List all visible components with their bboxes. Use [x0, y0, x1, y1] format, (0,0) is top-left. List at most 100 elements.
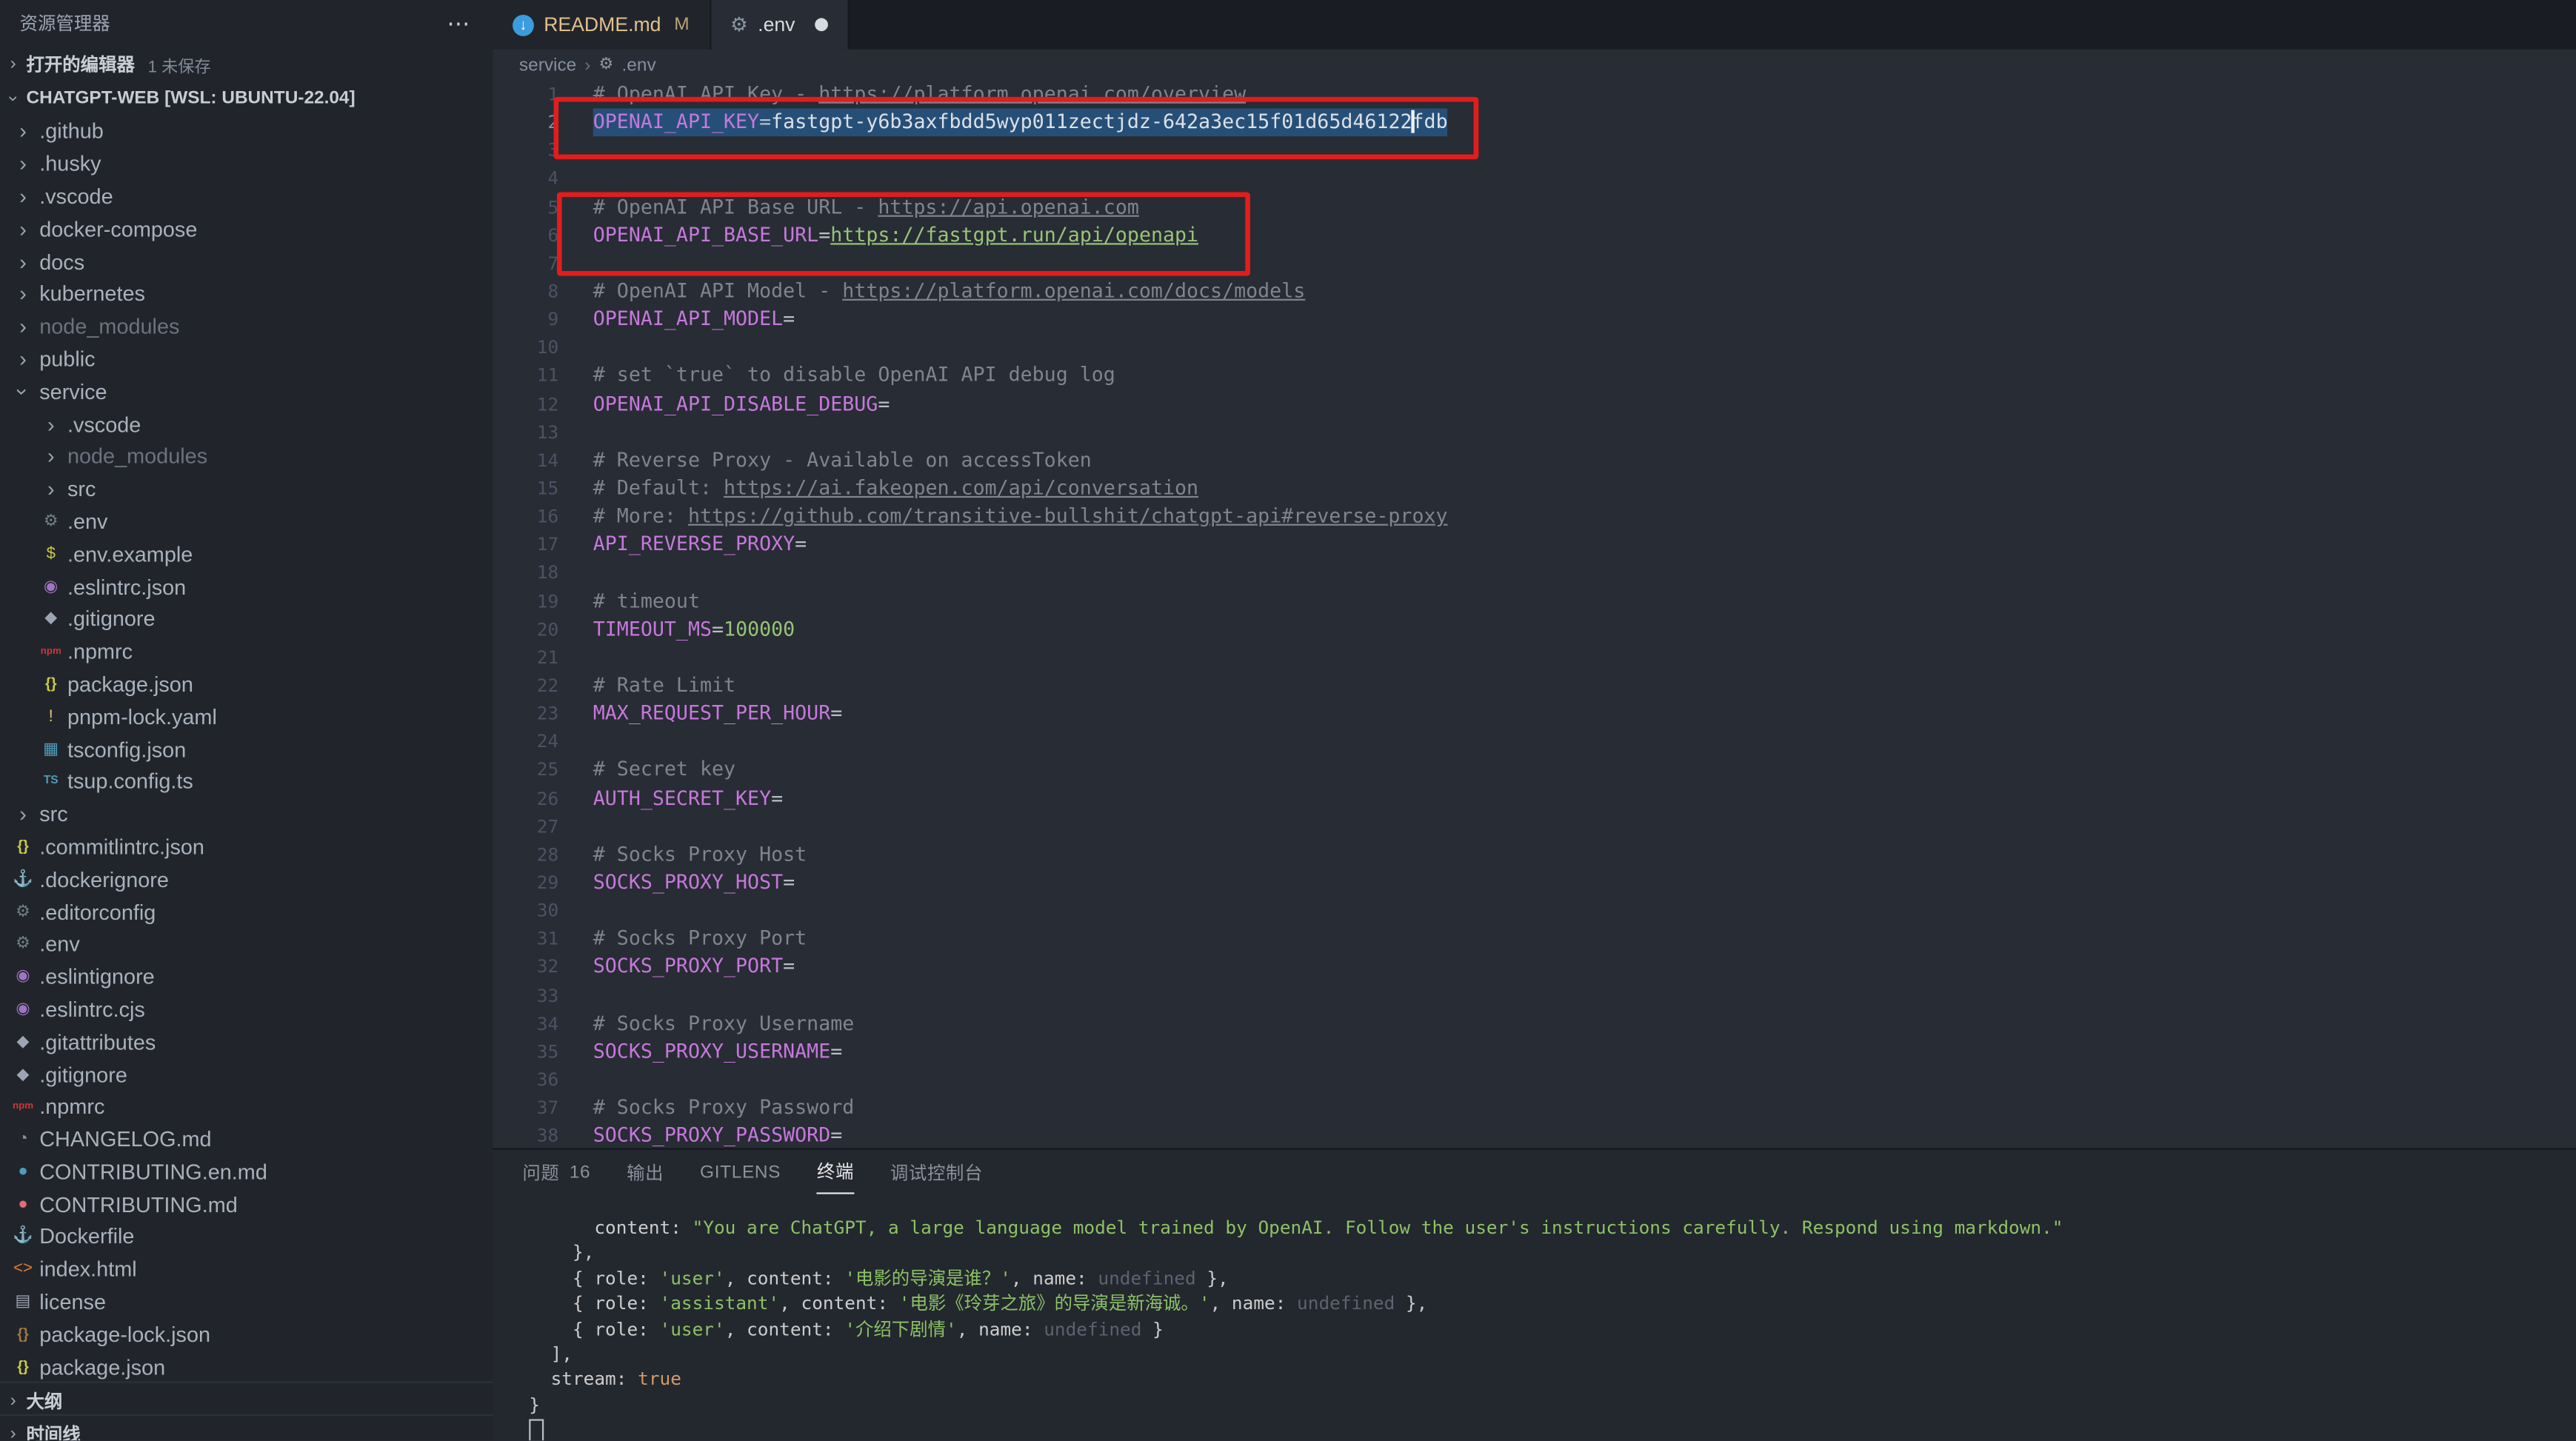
editor-line[interactable]: 29SOCKS_PROXY_HOST= [493, 869, 2576, 897]
tree-folder-src[interactable]: ›src [0, 472, 493, 505]
tree-file-CONTRIBUTING.en.md[interactable]: ●CONTRIBUTING.en.md [0, 1155, 493, 1188]
editor-line[interactable]: 22# Rate Limit [493, 672, 2576, 700]
tree-file-.commitlintrc.json[interactable]: {}.commitlintrc.json [0, 830, 493, 863]
editor-line[interactable]: 16# More: https://github.com/transitive-… [493, 503, 2576, 531]
breadcrumb: service › .env [493, 50, 2576, 81]
editor-line[interactable]: 24 [493, 728, 2576, 756]
tree-folder-node_modules[interactable]: ›node_modules [0, 440, 493, 472]
tree-file-tsconfig.json[interactable]: ▦tsconfig.json [0, 733, 493, 766]
tab-env[interactable]: .env [710, 0, 849, 50]
docker-icon: ⚓ [10, 1228, 36, 1246]
editor-line[interactable]: 7 [493, 250, 2576, 278]
editor-line[interactable]: 9OPENAI_API_MODEL= [493, 306, 2576, 334]
editor-line[interactable]: 36 [493, 1066, 2576, 1094]
editor-line[interactable]: 14# Reverse Proxy - Available on accessT… [493, 447, 2576, 475]
editor-line[interactable]: 2OPENAI_API_KEY=fastgpt-y6b3axfbdd5wyp01… [493, 109, 2576, 137]
editor-line[interactable]: 38SOCKS_PROXY_PASSWORD= [493, 1122, 2576, 1148]
panel-tab-output[interactable]: 输出 [627, 1150, 664, 1194]
editor-line[interactable]: 8# OpenAI API Model - https://platform.o… [493, 278, 2576, 306]
tree-folder-node_modules[interactable]: ›node_modules [0, 310, 493, 343]
panel-tab-problems[interactable]: 问题 16 [522, 1150, 590, 1194]
more-actions-icon[interactable] [447, 9, 470, 37]
tree-folder-.vscode[interactable]: ›.vscode [0, 407, 493, 440]
timeline-section[interactable]: 时间线 [0, 1414, 493, 1440]
editor-line[interactable]: 18 [493, 559, 2576, 587]
tree-file-.env[interactable]: ⚙.env [0, 505, 493, 538]
editor-line[interactable]: 20TIMEOUT_MS=100000 [493, 615, 2576, 643]
editor-line[interactable]: 1# OpenAI API Key - https://platform.ope… [493, 81, 2576, 109]
editor-line[interactable]: 4 [493, 165, 2576, 193]
editor-line[interactable]: 3 [493, 137, 2576, 165]
tree-file-Dockerfile[interactable]: ⚓Dockerfile [0, 1220, 493, 1253]
tree-folder-docker-compose[interactable]: ›docker-compose [0, 213, 493, 245]
tree-file-CONTRIBUTING.md[interactable]: ●CONTRIBUTING.md [0, 1188, 493, 1220]
panel-tab-terminal[interactable]: 终端 [817, 1150, 854, 1194]
tree-file-.env.example[interactable]: $.env.example [0, 538, 493, 570]
editor-line[interactable]: 21 [493, 643, 2576, 672]
tree-file-.npmrc[interactable]: npm.npmrc [0, 1091, 493, 1123]
editor-line[interactable]: 19# timeout [493, 587, 2576, 615]
editor-line[interactable]: 27 [493, 812, 2576, 840]
panel-tab-debug-console[interactable]: 调试控制台 [890, 1150, 983, 1194]
editor-line[interactable]: 26AUTH_SECRET_KEY= [493, 784, 2576, 812]
editor-line[interactable]: 15# Default: https://ai.fakeopen.com/api… [493, 475, 2576, 503]
tab-readme[interactable]: README.md M [493, 0, 710, 50]
tree-file-.eslintrc.cjs[interactable]: ◉.eslintrc.cjs [0, 993, 493, 1026]
editor-line[interactable]: 35SOCKS_PROXY_USERNAME= [493, 1037, 2576, 1066]
panel-tab-gitlens[interactable]: GITLENS [700, 1150, 781, 1194]
tree-folder-.husky[interactable]: ›.husky [0, 147, 493, 180]
tree-file-.gitignore[interactable]: ◆.gitignore [0, 603, 493, 635]
editor-line[interactable]: 5# OpenAI API Base URL - https://api.ope… [493, 193, 2576, 221]
tree-folder-kubernetes[interactable]: ›kubernetes [0, 278, 493, 310]
tsblock-icon: ▦ [38, 740, 64, 758]
outline-section[interactable]: 大纲 [0, 1381, 493, 1419]
tree-file-.gitattributes[interactable]: ◆.gitattributes [0, 1026, 493, 1058]
editor-line[interactable]: 34# Socks Proxy Username [493, 1009, 2576, 1037]
editor-line[interactable]: 37# Socks Proxy Password [493, 1094, 2576, 1122]
tree-file-.dockerignore[interactable]: ⚓.dockerignore [0, 863, 493, 895]
tree-folder-docs[interactable]: ›docs [0, 245, 493, 278]
editor-line[interactable]: 23MAX_REQUEST_PER_HOUR= [493, 700, 2576, 728]
eslint-icon: ◉ [38, 578, 64, 595]
tree-file-license[interactable]: ▤license [0, 1285, 493, 1318]
editor-line[interactable]: 6OPENAI_API_BASE_URL=https://fastgpt.run… [493, 221, 2576, 250]
tree-file-.editorconfig[interactable]: ⚙.editorconfig [0, 895, 493, 928]
line-number: 21 [493, 643, 558, 672]
open-editors-section[interactable]: 打开的编辑器 1 未保存 [0, 46, 493, 82]
editor-line[interactable]: 10 [493, 334, 2576, 362]
tree-file-tsup.config.ts[interactable]: TStsup.config.ts [0, 766, 493, 798]
breadcrumb-file[interactable]: .env [622, 55, 656, 75]
editor-line[interactable]: 17API_REVERSE_PROXY= [493, 531, 2576, 559]
breadcrumb-folder[interactable]: service [519, 55, 576, 75]
terminal-output[interactable]: content: "You are ChatGPT, a large langu… [493, 1194, 2576, 1441]
editor-line[interactable]: 11# set `true` to disable OpenAI API deb… [493, 362, 2576, 390]
tree-folder-service[interactable]: ›service [0, 375, 493, 408]
editor-line[interactable]: 25# Secret key [493, 756, 2576, 784]
tree-file-.eslintrc.json[interactable]: ◉.eslintrc.json [0, 570, 493, 603]
tree-folder-.vscode[interactable]: ›.vscode [0, 180, 493, 213]
editor-pane[interactable]: 1# OpenAI API Key - https://platform.ope… [493, 81, 2576, 1149]
tree-file-package.json[interactable]: {}package.json [0, 668, 493, 701]
unsaved-dot-icon[interactable] [815, 18, 828, 31]
tree-file-package-lock.json[interactable]: {}package-lock.json [0, 1318, 493, 1351]
tree-folder-public[interactable]: ›public [0, 343, 493, 375]
tree-file-.npmrc[interactable]: npm.npmrc [0, 635, 493, 668]
tree-file-CHANGELOG.md[interactable]: ◔CHANGELOG.md [0, 1123, 493, 1156]
workspace-section[interactable]: CHATGPT-WEB [WSL: UBUNTU-22.04] [0, 82, 493, 115]
tree-file-.env[interactable]: ⚙.env [0, 928, 493, 960]
editor-line[interactable]: 13 [493, 418, 2576, 447]
tree-file-.eslintignore[interactable]: ◉.eslintignore [0, 960, 493, 993]
editor-line[interactable]: 28# Socks Proxy Host [493, 840, 2576, 869]
editor-line[interactable]: 33 [493, 981, 2576, 1009]
editor-line[interactable]: 12OPENAI_API_DISABLE_DEBUG= [493, 390, 2576, 418]
tree-file-index.html[interactable]: <>index.html [0, 1253, 493, 1285]
tree-file-.gitignore[interactable]: ◆.gitignore [0, 1058, 493, 1091]
editor-line[interactable]: 31# Socks Proxy Port [493, 925, 2576, 953]
tree-file-package.json[interactable]: {}package.json [0, 1351, 493, 1383]
tree-folder-src[interactable]: ›src [0, 798, 493, 830]
tree-file-pnpm-lock.yaml[interactable]: !pnpm-lock.yaml [0, 701, 493, 733]
line-code: SOCKS_PROXY_PASSWORD= [593, 1122, 843, 1148]
tree-folder-.github[interactable]: ›.github [0, 115, 493, 147]
editor-line[interactable]: 30 [493, 897, 2576, 925]
editor-line[interactable]: 32SOCKS_PROXY_PORT= [493, 953, 2576, 981]
